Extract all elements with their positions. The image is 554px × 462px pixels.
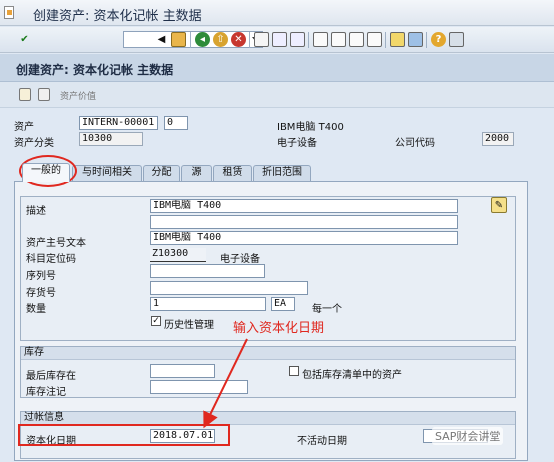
asset-subnumber-field[interactable]: 0 (164, 116, 188, 130)
tab-allocations[interactable]: 分配 (143, 165, 180, 181)
asset-number-field[interactable]: INTERN-00001 (79, 116, 158, 130)
collapse-arrow-icon[interactable]: ◀ (154, 32, 169, 47)
asset-class-field[interactable]: 10300 (79, 132, 143, 146)
serial-number-label: 序列号 (26, 271, 56, 282)
account-determination-description: 电子设备 (220, 254, 260, 265)
description-line2-field[interactable] (150, 215, 458, 229)
asset-description-text: IBM电脑 T400 (277, 122, 344, 133)
print-icon[interactable] (254, 32, 269, 47)
include-in-inventory-label: 包括库存清单中的资产 (302, 370, 402, 381)
new-session-icon[interactable] (390, 32, 405, 47)
inventory-number-label: 存货号 (26, 288, 56, 299)
cancel-icon[interactable]: ✕ (231, 32, 246, 47)
master-data-icon[interactable] (19, 88, 31, 101)
history-management-label: 历史性管理 (164, 320, 214, 331)
screen-title: 创建资产: 资本化记帐 主数据 (16, 63, 174, 77)
tab-origin[interactable]: 源 (181, 165, 212, 181)
customize-layout-icon[interactable] (449, 32, 464, 47)
account-determination-label: 科目定位码 (26, 254, 76, 265)
history-management-checkbox[interactable]: ✓ (151, 316, 161, 326)
description-field[interactable]: IBM电脑 T400 (150, 199, 458, 213)
enter-check-icon[interactable]: ✔ (17, 32, 32, 47)
tab-leasing[interactable]: 租赁 (213, 165, 252, 181)
watermark: SAP财会讲堂 (432, 427, 504, 445)
inventory-note-label: 库存注记 (26, 387, 66, 398)
serial-number-field[interactable] (150, 264, 265, 278)
inventory-number-field[interactable] (150, 281, 308, 295)
description-label: 描述 (26, 206, 46, 217)
quantity-field[interactable]: 1 (150, 297, 266, 311)
tab-general[interactable]: 一般的 (22, 163, 70, 182)
main-number-text-label: 资产主号文本 (26, 238, 86, 249)
asset-overview-icon[interactable] (38, 88, 50, 101)
annotation-arrow (203, 338, 248, 429)
help-icon[interactable]: ? (431, 32, 446, 47)
asset-values-button[interactable]: 资产价值 (60, 89, 96, 102)
last-page-icon[interactable] (367, 32, 382, 47)
asset-label: 资产 (14, 122, 34, 133)
back-icon[interactable]: ◂ (195, 32, 210, 47)
inventory-group-title: 库存 (21, 347, 515, 360)
annotation-text: 输入资本化日期 (233, 321, 325, 336)
long-text-edit-icon[interactable]: ✎ (491, 197, 507, 213)
main-number-text-field[interactable]: IBM电脑 T400 (150, 231, 458, 245)
save-icon[interactable] (171, 32, 186, 47)
first-page-icon[interactable] (313, 32, 328, 47)
system-toolbar: ✔ ◀ ◂ ⇧ ✕ ? (0, 27, 554, 53)
unit-of-measure-field[interactable]: EA (271, 297, 295, 311)
include-in-inventory-checkbox[interactable] (289, 366, 299, 376)
next-page-icon[interactable] (349, 32, 364, 47)
find-icon[interactable] (272, 32, 287, 47)
tab-time-dependent[interactable]: 与时间相关 (72, 165, 142, 181)
quantity-label: 数量 (26, 304, 46, 315)
account-determination-field[interactable]: Z10300 (150, 248, 206, 262)
company-code-label: 公司代码 (395, 138, 435, 149)
last-inventory-label: 最后库存在 (26, 371, 76, 382)
screen-title-bar: 创建资产: 资本化记帐 主数据 (0, 54, 554, 82)
deactivation-date-label: 不活动日期 (297, 436, 347, 447)
find-next-icon[interactable] (290, 32, 305, 47)
asset-class-description: 电子设备 (277, 138, 317, 149)
previous-page-icon[interactable] (331, 32, 346, 47)
inventory-group: 库存 (20, 346, 516, 398)
shortcut-icon[interactable] (408, 32, 423, 47)
asset-class-label: 资产分类 (14, 138, 54, 149)
application-toolbar: 资产价值 (0, 82, 554, 108)
sap-document-icon[interactable] (4, 6, 14, 19)
window-title: 创建资产: 资本化记帐 主数据 (33, 9, 202, 24)
tab-depreciation-areas[interactable]: 折旧范围 (253, 165, 311, 181)
company-code-field[interactable]: 2000 (482, 132, 514, 146)
window-title-bar: 创建资产: 资本化记帐 主数据 (0, 0, 554, 26)
exit-icon[interactable]: ⇧ (213, 32, 228, 47)
per-each-label: 每一个 (312, 304, 342, 315)
